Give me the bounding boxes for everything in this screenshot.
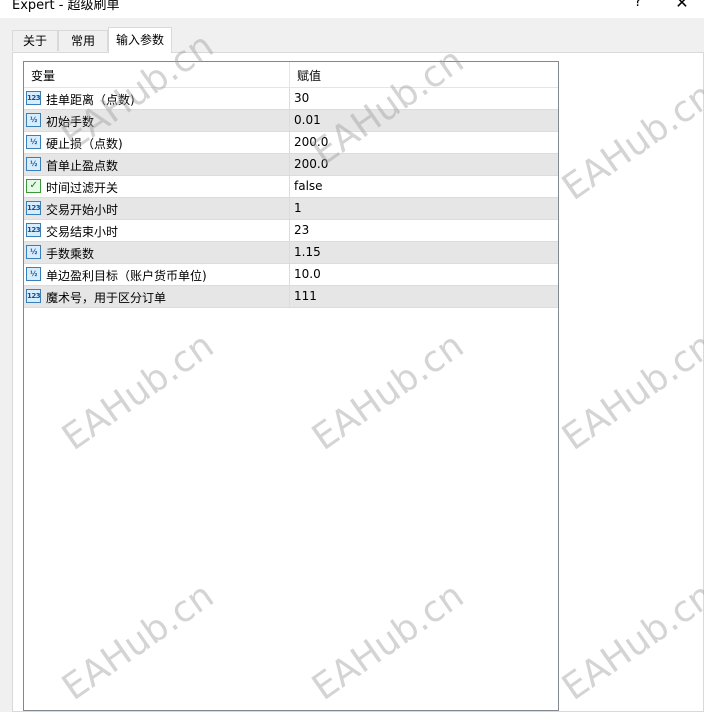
table-row[interactable]: ½ 初始手数 0.01 — [24, 110, 558, 132]
cell-divider — [289, 264, 290, 285]
int-icon: 123 — [26, 223, 41, 237]
parameter-name: 初始手数 — [46, 115, 95, 129]
parameter-value[interactable]: 1 — [294, 201, 302, 215]
parameter-name: 首单止盈点数 — [46, 159, 119, 173]
cell-divider — [289, 176, 290, 197]
column-header-variable[interactable]: 变量 — [31, 67, 55, 84]
tab-about[interactable]: 关于 — [12, 30, 58, 51]
table-row[interactable]: 123 交易开始小时 1 — [24, 198, 558, 220]
parameter-name: 交易结束小时 — [46, 225, 119, 239]
cell-divider — [289, 286, 290, 307]
cell-divider — [289, 242, 290, 263]
close-button[interactable]: ✕ — [668, 0, 696, 12]
parameter-value[interactable]: 30 — [294, 91, 309, 105]
double-icon: ½ — [26, 113, 41, 127]
grid-header: 变量 赋值 — [24, 62, 558, 88]
int-icon: 123 — [26, 289, 41, 303]
cell-divider — [289, 198, 290, 219]
int-icon: 123 — [26, 201, 41, 215]
parameter-value[interactable]: 200.0 — [294, 157, 328, 171]
parameter-name: 手数乘数 — [46, 247, 95, 261]
double-icon: ½ — [26, 135, 41, 149]
bool-icon: ✓ — [26, 179, 41, 193]
parameter-name: 魔术号，用于区分订单 — [46, 291, 167, 305]
int-icon: 123 — [26, 91, 41, 105]
parameter-name: 挂单距离（点数) — [46, 93, 135, 107]
parameter-value[interactable]: false — [294, 179, 323, 193]
table-row[interactable]: 123 挂单距离（点数) 30 — [24, 88, 558, 110]
tab-input-params[interactable]: 输入参数 — [108, 27, 172, 53]
cell-divider — [289, 110, 290, 131]
parameter-value[interactable]: 1.15 — [294, 245, 321, 259]
table-row[interactable]: 123 魔术号，用于区分订单 111 — [24, 286, 558, 308]
parameters-grid[interactable]: 变量 赋值 123 挂单距离（点数) 30 ½ 初始手数 0.01 ½ 硬止损（点数) 200.… — [23, 61, 559, 711]
table-row[interactable]: ½ 硬止损（点数) 200.0 — [24, 132, 558, 154]
parameter-name: 硬止损（点数) — [46, 137, 123, 151]
title-bar: Expert - 超级刷单 ? ✕ — [0, 0, 704, 18]
double-icon: ½ — [26, 267, 41, 281]
table-row[interactable]: ½ 单边盈利目标（账户货币单位) 10.0 — [24, 264, 558, 286]
grid-rows: 123 挂单距离（点数) 30 ½ 初始手数 0.01 ½ 硬止损（点数) 200.0 ½ 首单止盈… — [24, 88, 558, 308]
table-row[interactable]: ½ 首单止盈点数 200.0 — [24, 154, 558, 176]
cell-divider — [289, 132, 290, 153]
column-divider[interactable] — [289, 62, 290, 87]
double-icon: ½ — [26, 157, 41, 171]
parameter-name: 时间过滤开关 — [46, 181, 119, 195]
parameter-value[interactable]: 200.0 — [294, 135, 328, 149]
cell-divider — [289, 220, 290, 241]
column-header-value[interactable]: 赋值 — [297, 67, 321, 84]
parameter-name: 交易开始小时 — [46, 203, 119, 217]
cell-divider — [289, 154, 290, 175]
double-icon: ½ — [26, 245, 41, 259]
parameter-value[interactable]: 0.01 — [294, 113, 321, 127]
table-row[interactable]: ½ 手数乘数 1.15 — [24, 242, 558, 264]
parameter-value[interactable]: 10.0 — [294, 267, 321, 281]
tab-common[interactable]: 常用 — [58, 30, 108, 51]
parameter-name: 单边盈利目标（账户货币单位) — [46, 269, 207, 283]
table-row[interactable]: 123 交易结束小时 23 — [24, 220, 558, 242]
parameter-value[interactable]: 111 — [294, 289, 317, 303]
table-row[interactable]: ✓ 时间过滤开关 false — [24, 176, 558, 198]
window-title: Expert - 超级刷单 — [12, 0, 120, 13]
cell-divider — [289, 88, 290, 109]
help-button[interactable]: ? — [628, 0, 648, 10]
parameter-value[interactable]: 23 — [294, 223, 309, 237]
